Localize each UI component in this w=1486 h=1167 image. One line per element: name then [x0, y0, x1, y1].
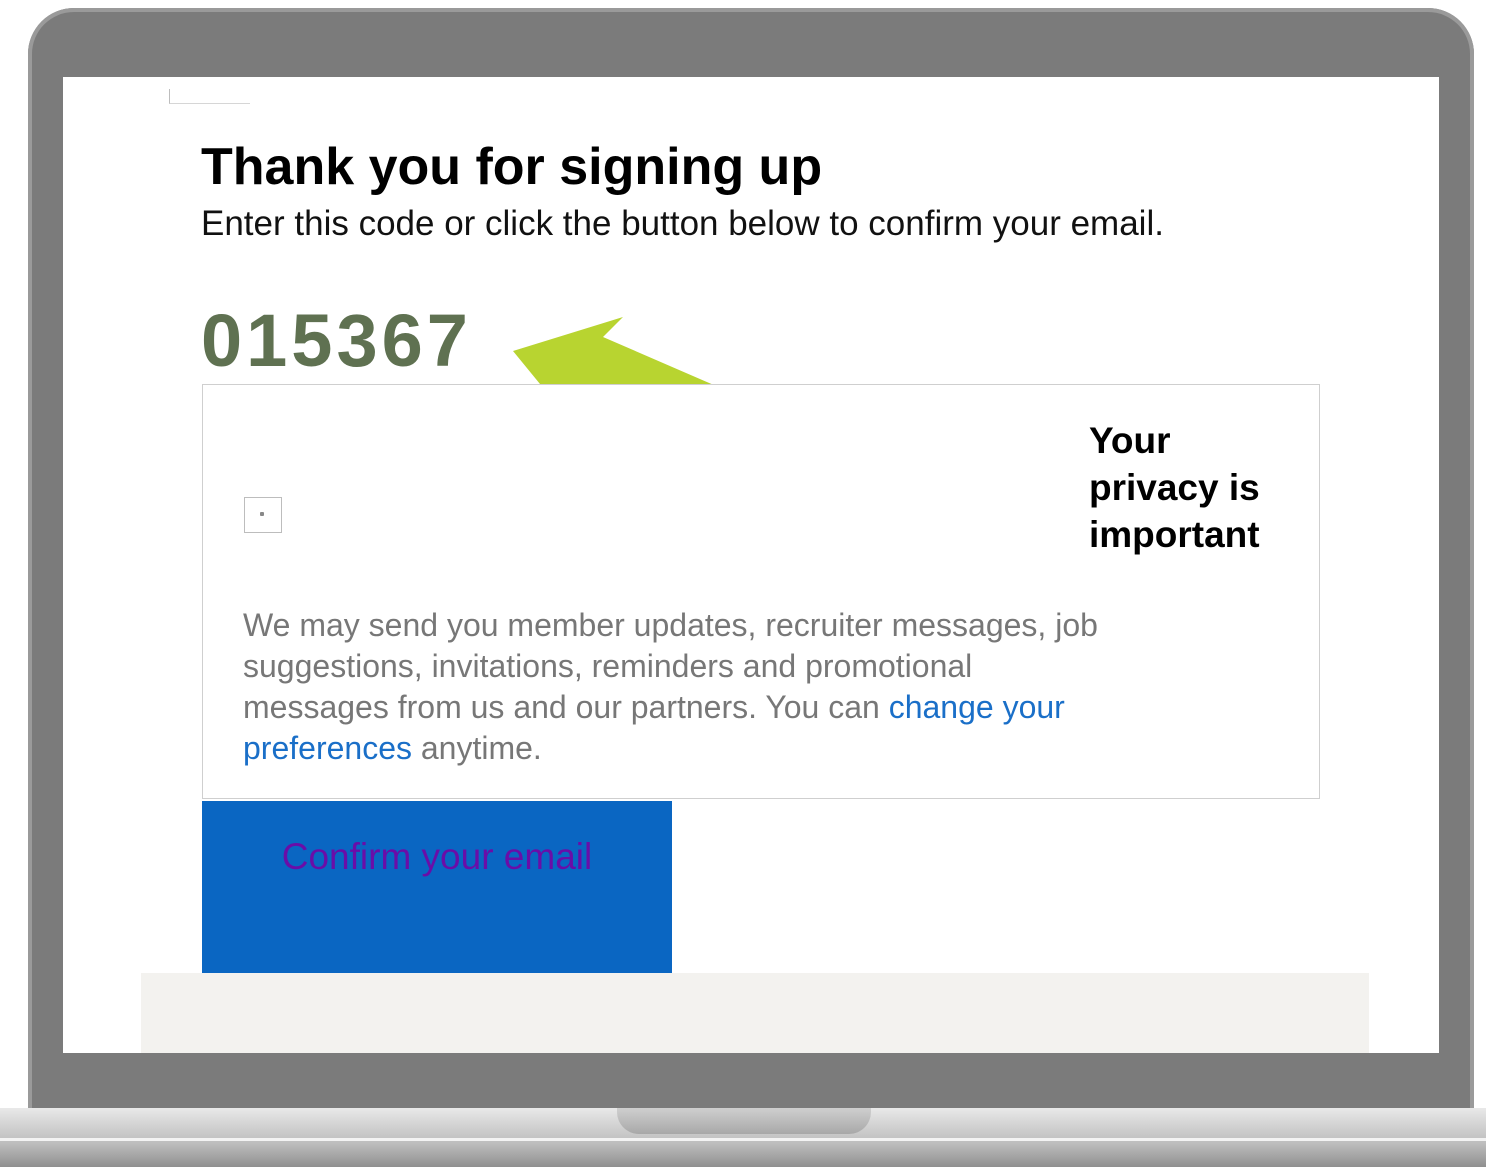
privacy-heading: Your privacy is important [1089, 420, 1260, 555]
confirmation-code: 015367 [201, 299, 472, 382]
logo-placeholder-icon [169, 89, 250, 104]
confirm-email-button[interactable]: Confirm your email [202, 801, 672, 973]
email-subtitle: Enter this code or click the button belo… [201, 204, 1164, 243]
confirm-email-label: Confirm your email [281, 836, 593, 877]
privacy-text: We may send you member updates, recruite… [243, 605, 1103, 769]
laptop-base-highlight [0, 1138, 1486, 1141]
checkbox-icon[interactable] [244, 497, 282, 533]
privacy-text-after-link: anytime. [411, 730, 542, 766]
laptop-mockup: Thank you for signing up Enter this code… [0, 0, 1486, 1167]
email-screen: Thank you for signing up Enter this code… [63, 77, 1439, 1053]
checkbox-mark [260, 512, 264, 516]
laptop-notch [617, 1108, 871, 1134]
email-title: Thank you for signing up [201, 138, 823, 196]
privacy-box: Your privacy is important We may send yo… [202, 384, 1320, 799]
email-footer [141, 973, 1369, 1053]
